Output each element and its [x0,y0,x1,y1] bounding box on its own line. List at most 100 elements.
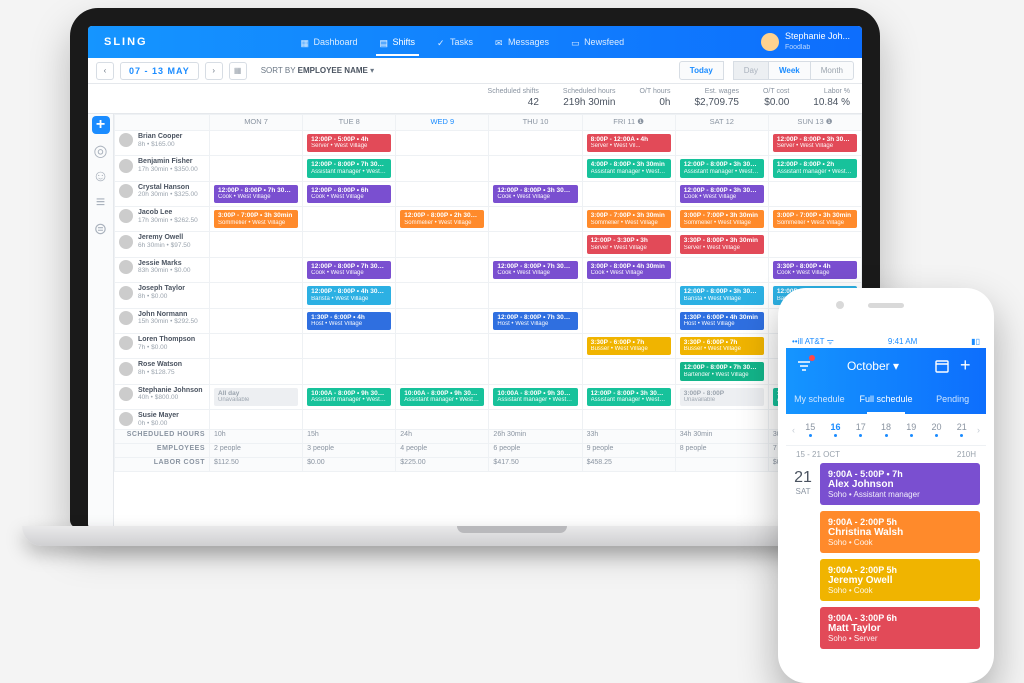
phone-shift-card[interactable]: 9:00A - 2:00P 5hChristina WalshSoho • Co… [820,511,980,553]
shift-cell[interactable]: 10:00A - 8:00P • 9h 30minAssistant manag… [303,384,396,409]
empty-cell[interactable] [210,308,303,333]
empty-cell[interactable] [396,283,489,308]
view-week[interactable]: Week [768,61,811,80]
nav-messages[interactable]: ✉Messages [485,28,559,56]
date-chip[interactable]: 16 [826,422,846,437]
shift-cell[interactable]: 10:00A - 8:00P • 9h 30minAssistant manag… [396,384,489,409]
empty-cell[interactable] [303,207,396,232]
phone-title[interactable]: October ▾ [847,359,899,373]
shift-cell[interactable]: 3:00P - 7:00P • 3h 30minSommelier • West… [582,207,675,232]
view-day[interactable]: Day [733,61,769,80]
shift-cell[interactable]: 12:00P - 8:00P • 4h 30minBarista • West … [303,283,396,308]
empty-cell[interactable] [582,359,675,384]
employee-cell[interactable]: Jessie Marks83h 30min • $0.00 [115,257,210,282]
tab-pending[interactable]: Pending [919,384,986,414]
empty-cell[interactable] [489,131,582,156]
empty-cell[interactable] [489,333,582,358]
user-menu[interactable]: Stephanie Joh... Foodlab [761,32,850,52]
filter-icon[interactable] [796,358,812,374]
shift-cell[interactable]: 12:00P - 8:00P • 3h 30minServer • West V… [768,131,861,156]
empty-cell[interactable] [489,359,582,384]
empty-cell[interactable] [768,181,861,206]
today-icon[interactable] [934,358,950,374]
shift-cell[interactable]: 12:00P - 8:00P • 7h 30minBartender • Wes… [675,359,768,384]
empty-cell[interactable] [303,359,396,384]
shift-cell[interactable]: 3:30P - 8:00P • 4hCook • West Village [768,257,861,282]
shift-cell[interactable]: 12:00P - 8:00P • 3h 30minCook • West Vil… [675,181,768,206]
employee-cell[interactable]: Crystal Hanson20h 30min • $325.00 [115,181,210,206]
shift-cell[interactable]: 12:00P - 8:00P • 7h 30minAssistant manag… [303,156,396,181]
date-chip[interactable]: 20 [927,422,947,437]
shift-cell[interactable]: 12:00P - 8:00P • 7h 30minCook • West Vil… [303,257,396,282]
phone-date-picker[interactable]: ‹15161718192021› [786,414,986,446]
nav-tasks[interactable]: ✓Tasks [427,28,483,56]
shift-cell[interactable]: 12:00P - 8:00P • 3h 30minBarista • West … [675,283,768,308]
employee-cell[interactable]: Rose Watson8h • $128.75 [115,359,210,384]
reports-button[interactable]: ⊜ [92,220,110,238]
location-filter-button[interactable]: ◎ [92,142,110,160]
shift-cell[interactable]: 12:00P - 8:00P • 6hCook • West Village [303,181,396,206]
employee-cell[interactable]: Stephanie Johnson40h • $800.00 [115,384,210,409]
empty-cell[interactable] [489,232,582,257]
empty-cell[interactable] [303,409,396,429]
empty-cell[interactable] [396,333,489,358]
date-chip[interactable]: 17 [851,422,871,437]
empty-cell[interactable] [582,181,675,206]
empty-cell[interactable] [675,131,768,156]
empty-cell[interactable] [210,359,303,384]
shift-cell[interactable]: 12:00P - 8:00P • 2h 30minSommelier • Wes… [396,207,489,232]
shift-cell[interactable]: 3:00P - 7:00P • 3h 30minSommelier • West… [210,207,303,232]
shift-cell[interactable]: 12:00P - 5:00P • 4hServer • West Village [303,131,396,156]
shift-cell[interactable]: 12:00P - 8:00P • 3h 30minAssistant manag… [582,384,675,409]
empty-cell[interactable] [210,283,303,308]
empty-cell[interactable] [396,359,489,384]
empty-cell[interactable] [396,308,489,333]
shift-cell[interactable]: 12:00P - 8:00P • 2hAssistant manager • W… [768,156,861,181]
empty-cell[interactable] [396,156,489,181]
date-chip[interactable]: 18 [876,422,896,437]
phone-shift-list[interactable]: 9:00A - 5:00P • 7hAlex JohnsonSoho • Ass… [820,463,986,655]
calendar-button[interactable]: ▦ [229,62,247,80]
shift-cell[interactable]: 12:00P - 8:00P • 7h 30minCook • West Vil… [210,181,303,206]
today-button[interactable]: Today [679,61,724,80]
employee-cell[interactable]: Brian Cooper8h • $165.00 [115,131,210,156]
nav-dashboard[interactable]: ▦Dashboard [290,28,367,56]
empty-cell[interactable] [210,156,303,181]
add-icon[interactable]: + [960,358,976,374]
shift-cell[interactable]: 1:30P - 6:00P • 4hHost • West Village [303,308,396,333]
employee-cell[interactable]: Jacob Lee17h 30min • $262.50 [115,207,210,232]
date-chip[interactable]: 19 [901,422,921,437]
prev-week-button[interactable]: ‹ [96,62,114,80]
shift-cell[interactable]: 12:00P - 8:00P • 3h 30minCook • West Vil… [489,181,582,206]
view-month[interactable]: Month [810,61,854,80]
phone-shift-card[interactable]: 9:00A - 2:00P 5hJeremy OwellSoho • Cook [820,559,980,601]
date-chip[interactable]: 21 [952,422,972,437]
empty-cell[interactable] [489,156,582,181]
shift-cell[interactable]: 12:00P - 3:30P • 3hServer • West Village [582,232,675,257]
people-filter-button[interactable]: ☺ [92,168,110,186]
shift-cell[interactable]: 12:00P - 8:00P • 7h 30minCook • West Vil… [489,257,582,282]
empty-cell[interactable] [396,257,489,282]
date-chip[interactable]: 15 [800,422,820,437]
shift-cell[interactable]: 3:30P - 6:00P • 7hBusser • West Village [582,333,675,358]
schedule-grid[interactable]: MON 7TUE 8WED 9THU 10FRI 11 ❶SAT 12SUN 1… [114,114,862,528]
empty-cell[interactable] [396,131,489,156]
employee-cell[interactable]: John Normann15h 30min • $292.50 [115,308,210,333]
employee-cell[interactable]: Loren Thompson7h • $0.00 [115,333,210,358]
prev-day-button[interactable]: ‹ [792,425,795,435]
tab-full-schedule[interactable]: Full schedule [853,384,920,414]
add-shift-button[interactable]: + [92,116,110,134]
phone-shift-card[interactable]: 9:00A - 5:00P • 7hAlex JohnsonSoho • Ass… [820,463,980,505]
shift-cell[interactable]: 3:00P - 7:00P • 3h 30minSommelier • West… [675,207,768,232]
empty-cell[interactable] [582,308,675,333]
date-range[interactable]: 07 - 13 MAY [120,62,199,80]
shift-cell[interactable]: 3:30P - 8:00P • 3h 30minServer • West Vi… [675,232,768,257]
settings-button[interactable]: ≡ [92,194,110,212]
empty-cell[interactable] [210,333,303,358]
empty-cell[interactable] [396,232,489,257]
empty-cell[interactable] [303,232,396,257]
empty-cell[interactable] [582,409,675,429]
shift-cell[interactable]: 10:00A - 8:00P • 9h 30minAssistant manag… [489,384,582,409]
shift-cell[interactable]: 12:00P - 8:00P • 7h 30minHost • West Vil… [489,308,582,333]
nav-shifts[interactable]: ▤Shifts [370,28,426,56]
